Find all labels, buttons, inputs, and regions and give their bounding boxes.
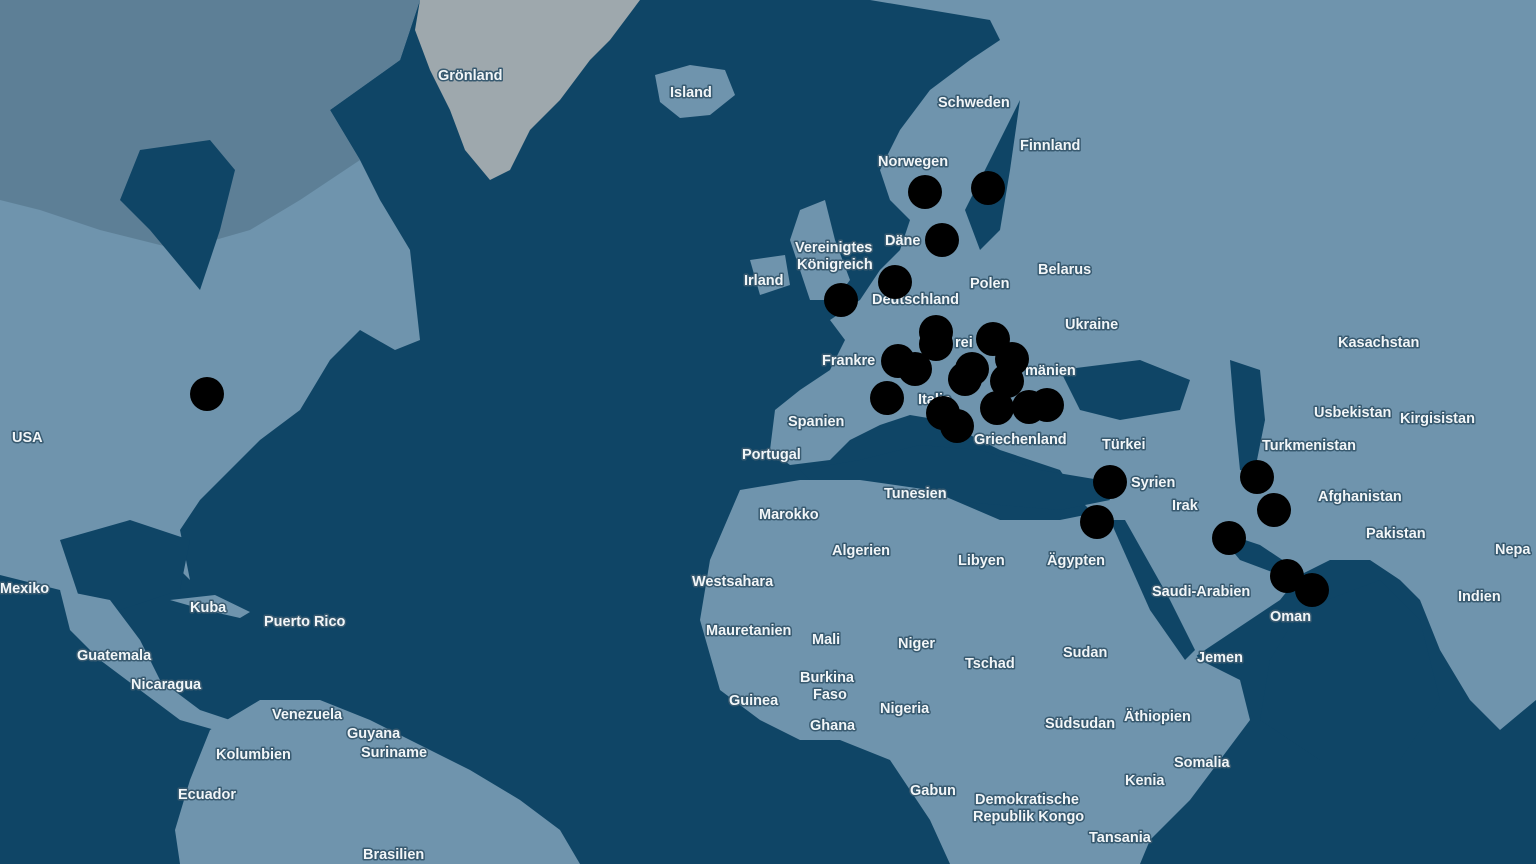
label-marokko: Marokko [759,507,819,523]
label-finnland: Finnland [1020,138,1080,154]
label-kuba: Kuba [190,600,227,616]
label-groenland: Grönland [438,68,502,84]
label-polen: Polen [970,276,1009,292]
label-ecuador: Ecuador [178,787,236,803]
label-spanien: Spanien [788,414,844,430]
label-republik-kongo: Republik Kongo [973,809,1084,825]
store-marker-icon[interactable] [1295,573,1329,607]
label-griechenland: Griechenland [974,432,1067,448]
label-nigeria: Nigeria [880,701,930,717]
store-marker-icon[interactable] [898,352,932,386]
label-tunesien: Tunesien [884,486,947,502]
store-marker-icon[interactable] [1030,388,1064,422]
label-tschad: Tschad [965,656,1015,672]
label-guyana: Guyana [347,726,401,742]
label-saudi-arabien: Saudi-Arabien [1152,584,1250,600]
label-irland: Irland [744,273,783,289]
label-burkina: Burkina [800,670,855,686]
label-schweden: Schweden [938,95,1010,111]
label-westsahara: Westsahara [692,574,774,590]
store-marker-icon[interactable] [870,381,904,415]
label-island: Island [670,85,712,101]
label-suriname: Suriname [361,745,427,761]
label-brasilien: Brasilien [363,847,424,863]
label-faso: Faso [813,687,847,703]
label-somalia: Somalia [1174,755,1231,771]
label-aegypten: Ägypten [1047,552,1105,569]
label-vereinigtes: Vereinigtes [795,240,872,256]
label-jemen: Jemen [1197,650,1243,666]
label-rumaenien: mänien [1025,363,1076,379]
label-gabun: Gabun [910,783,956,799]
store-marker-icon[interactable] [824,283,858,317]
store-marker-icon[interactable] [980,391,1014,425]
label-kolumbien: Kolumbien [216,747,291,763]
label-mauretanien: Mauretanien [706,623,791,639]
label-syrien: Syrien [1131,475,1175,491]
label-guinea: Guinea [729,693,779,709]
label-kirgisistan: Kirgisistan [1400,411,1475,427]
store-marker-icon[interactable] [908,175,942,209]
label-libyen: Libyen [958,553,1005,569]
label-oman: Oman [1270,609,1311,625]
label-niger: Niger [898,636,935,652]
label-turkmenistan: Turkmenistan [1262,438,1356,454]
label-guatemala: Guatemala [77,648,152,664]
label-kasachstan: Kasachstan [1338,335,1419,351]
label-nicaragua: Nicaragua [131,677,202,693]
store-marker-icon[interactable] [1257,493,1291,527]
label-indien: Indien [1458,589,1501,605]
store-marker-icon[interactable] [948,362,982,396]
label-puerto-rico: Puerto Rico [264,614,346,630]
label-nepal: Nepa [1495,542,1531,558]
store-marker-icon[interactable] [878,265,912,299]
store-marker-icon[interactable] [1080,505,1114,539]
label-oesterreich: rei [955,335,973,351]
label-portugal: Portugal [742,447,801,463]
label-demokratische: Demokratische [975,792,1079,808]
store-marker-icon[interactable] [1212,521,1246,555]
store-marker-icon[interactable] [1240,460,1274,494]
store-marker-icon[interactable] [1093,465,1127,499]
label-ghana: Ghana [810,718,856,734]
label-daenemark: Däne [885,233,920,249]
label-venezuela: Venezuela [272,707,343,723]
label-algerien: Algerien [832,543,890,559]
label-irak: Irak [1172,498,1199,514]
world-map[interactable]: Grönland Island Schweden Finnland Norweg… [0,0,1536,864]
label-koenigreich: Königreich [797,257,873,273]
label-kenia: Kenia [1125,773,1165,789]
label-usa: USA [12,430,43,446]
label-tansania: Tansania [1089,830,1152,846]
label-ukraine: Ukraine [1065,317,1118,333]
label-mexiko: Mexiko [0,581,49,597]
label-afghanistan: Afghanistan [1318,489,1402,505]
label-mali: Mali [812,632,840,648]
store-marker-icon[interactable] [925,223,959,257]
store-marker-icon[interactable] [940,409,974,443]
label-sudan: Sudan [1063,645,1107,661]
label-aethiopien: Äthiopien [1124,708,1191,725]
label-norwegen: Norwegen [878,154,948,170]
label-pakistan: Pakistan [1366,526,1426,542]
store-marker-icon[interactable] [190,377,224,411]
label-suedsudan: Südsudan [1045,716,1115,732]
label-frankreich: Frankre [822,353,875,369]
label-usbekistan: Usbekistan [1314,405,1391,421]
store-marker-icon[interactable] [971,171,1005,205]
label-belarus: Belarus [1038,262,1091,278]
label-tuerkei: Türkei [1102,437,1146,453]
